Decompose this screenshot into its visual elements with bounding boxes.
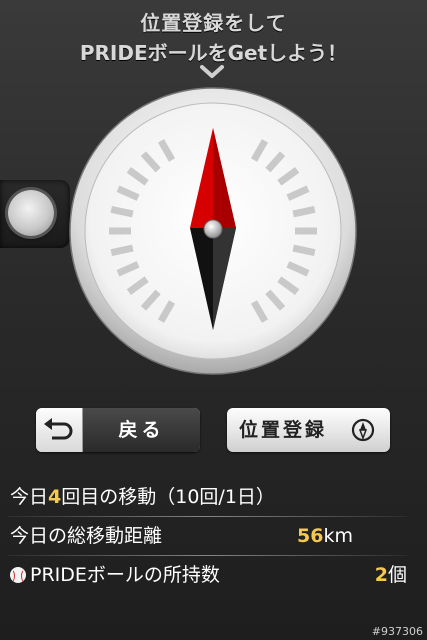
- distance-unit: km: [323, 525, 353, 547]
- register-button-label: 位置登録: [239, 419, 328, 441]
- header-line-1: 位置登録をして: [140, 11, 287, 35]
- watermark: #937306: [371, 625, 423, 638]
- ball-count-row: PRIDEボールの所持数 2個: [0, 556, 427, 594]
- compass-tick: [292, 205, 316, 218]
- stats-panel: 今日4回目の移動（10回/1日） 今日の総移動距離 56km PRIDEボールの…: [0, 478, 427, 594]
- slide-knob[interactable]: [8, 190, 54, 236]
- chevron-down-icon: [200, 65, 224, 78]
- baseball-icon: [10, 567, 26, 583]
- balls-label: PRIDEボールの所持数: [30, 564, 220, 586]
- compass-tick: [292, 244, 316, 257]
- back-button-label: 戻る: [83, 408, 200, 452]
- back-button[interactable]: 戻る: [36, 408, 200, 452]
- back-arrow-box: [36, 408, 83, 452]
- undo-arrow-icon: [44, 418, 73, 440]
- compass-icon: [351, 418, 375, 442]
- move-count-row: 今日4回目の移動（10回/1日）: [0, 478, 427, 516]
- compass: [69, 87, 357, 375]
- move-count-value: 4: [48, 486, 62, 508]
- needle-pivot: [203, 219, 223, 239]
- slide-handle[interactable]: [0, 180, 70, 248]
- distance-value: 56: [297, 525, 324, 547]
- move-suffix: 回目の移動（10回/1日）: [61, 486, 275, 508]
- app-screen: 位置登録をして PRIDEボールをGetしよう！ 戻る 位置登録 今日4回目の移…: [0, 0, 427, 640]
- compass-tick: [110, 244, 134, 257]
- instruction-header: 位置登録をして PRIDEボールをGetしよう！: [0, 8, 427, 68]
- register-location-button[interactable]: 位置登録: [227, 408, 390, 452]
- distance-label: 今日の総移動距離: [10, 525, 163, 547]
- distance-row: 今日の総移動距離 56km: [0, 517, 427, 555]
- compass-tick: [110, 205, 134, 218]
- balls-unit: 個: [387, 564, 407, 586]
- balls-value: 2: [374, 564, 388, 586]
- move-prefix: 今日: [10, 486, 49, 508]
